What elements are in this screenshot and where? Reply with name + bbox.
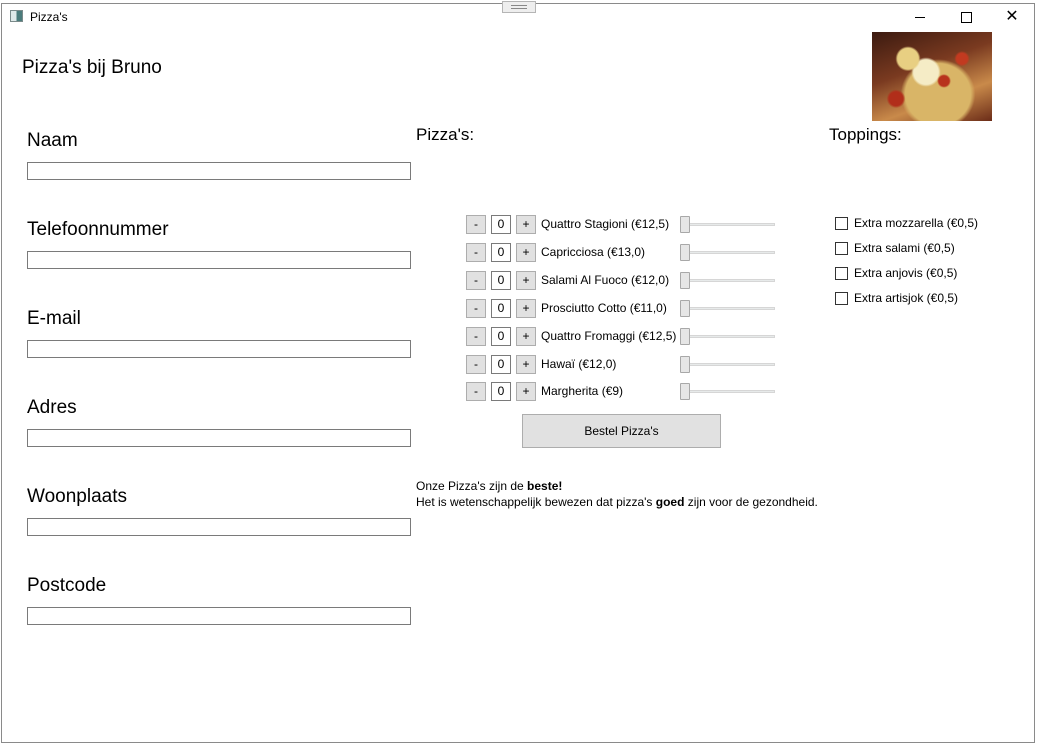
email-label: E-mail (27, 308, 81, 329)
pizza-row: - 0 + Prosciutto Cotto (€11,0) (466, 298, 786, 320)
name-field[interactable] (27, 162, 411, 180)
increase-button[interactable]: + (516, 271, 536, 290)
quantity-slider-track[interactable] (681, 390, 775, 393)
postcode-field[interactable] (27, 607, 411, 625)
info-text-bold: beste! (527, 479, 563, 493)
increase-button[interactable]: + (516, 355, 536, 374)
increase-button[interactable]: + (516, 215, 536, 234)
quantity-field[interactable]: 0 (491, 215, 511, 234)
quantity-field[interactable]: 0 (491, 327, 511, 346)
minimize-button[interactable] (897, 4, 943, 30)
decrease-button[interactable]: - (466, 271, 486, 290)
info-text-prefix: Het is wetenschappelijk bewezen dat pizz… (416, 495, 656, 509)
info-text-prefix: Onze Pizza's zijn de (416, 479, 528, 493)
quantity-slider-thumb[interactable] (680, 272, 690, 289)
window-title: Pizza's (30, 10, 68, 24)
pizza-name: Hawaï (€12,0) (541, 357, 617, 371)
quantity-field[interactable]: 0 (491, 299, 511, 318)
postcode-label: Postcode (27, 575, 107, 596)
app-icon (10, 10, 23, 22)
decrease-button[interactable]: - (466, 299, 486, 318)
close-icon: ✕ (1005, 8, 1019, 25)
decrease-button[interactable]: - (466, 355, 486, 374)
quantity-field[interactable]: 0 (491, 243, 511, 262)
close-button[interactable]: ✕ (989, 4, 1035, 30)
quantity-slider-track[interactable] (681, 279, 775, 282)
decrease-button[interactable]: - (466, 243, 486, 262)
phone-label: Telefoonnummer (27, 219, 169, 240)
pizza-row: - 0 + Margherita (€9) (466, 381, 786, 403)
pizza-name: Capricciosa (€13,0) (541, 245, 646, 259)
pizza-name: Prosciutto Cotto (€11,0) (541, 301, 667, 315)
name-label: Naam (27, 130, 78, 151)
info-text-suffix: zijn voor de gezondheid. (684, 495, 818, 509)
address-field[interactable] (27, 429, 411, 447)
maximize-button[interactable] (943, 4, 989, 30)
toppings-heading: Toppings: (829, 125, 902, 144)
increase-button[interactable]: + (516, 327, 536, 346)
order-button[interactable]: Bestel Pizza's (522, 414, 721, 448)
quantity-slider-thumb[interactable] (680, 356, 690, 373)
quantity-slider-track[interactable] (681, 251, 775, 254)
resize-grip-icon[interactable] (502, 1, 536, 13)
pizzas-heading: Pizza's: (416, 125, 475, 144)
topping-label: Extra salami (€0,5) (854, 241, 955, 255)
phone-field[interactable] (27, 251, 411, 269)
topping-checkbox[interactable] (835, 267, 848, 280)
info-line-1: Onze Pizza's zijn de beste! (416, 479, 562, 493)
pizza-name: Quattro Fromaggi (€12,5) (541, 329, 677, 343)
quantity-field[interactable]: 0 (491, 382, 511, 401)
pizza-image (872, 32, 992, 121)
quantity-field[interactable]: 0 (491, 355, 511, 374)
decrease-button[interactable]: - (466, 382, 486, 401)
quantity-slider-thumb[interactable] (680, 300, 690, 317)
quantity-slider-thumb[interactable] (680, 383, 690, 400)
increase-button[interactable]: + (516, 382, 536, 401)
title-bar[interactable]: Pizza's ✕ (2, 1, 1035, 30)
pizza-name: Margherita (€9) (541, 384, 624, 398)
pizza-name: Salami Al Fuoco (€12,0) (541, 273, 670, 287)
pizza-row: - 0 + Quattro Stagioni (€12,5) (466, 214, 786, 236)
page-title: Pizza's bij Bruno (22, 57, 162, 78)
main-window: Pizza's ✕ Pizza's bij Bruno Naam Telefoo… (1, 1, 1035, 743)
topping-checkbox[interactable] (835, 292, 848, 305)
topping-checkbox[interactable] (835, 242, 848, 255)
topping-label: Extra anjovis (€0,5) (854, 266, 958, 280)
quantity-field[interactable]: 0 (491, 271, 511, 290)
quantity-slider-thumb[interactable] (680, 328, 690, 345)
quantity-slider-track[interactable] (681, 307, 775, 310)
pizza-row: - 0 + Hawaï (€12,0) (466, 354, 786, 376)
topping-checkbox[interactable] (835, 217, 848, 230)
pizza-row: - 0 + Salami Al Fuoco (€12,0) (466, 270, 786, 292)
pizza-row: - 0 + Capricciosa (€13,0) (466, 242, 786, 264)
email-field[interactable] (27, 340, 411, 358)
decrease-button[interactable]: - (466, 215, 486, 234)
quantity-slider-thumb[interactable] (680, 244, 690, 261)
maximize-icon (960, 11, 972, 23)
city-field[interactable] (27, 518, 411, 536)
increase-button[interactable]: + (516, 299, 536, 318)
topping-label: Extra mozzarella (€0,5) (854, 216, 979, 230)
topping-label: Extra artisjok (€0,5) (854, 291, 959, 305)
quantity-slider-track[interactable] (681, 335, 775, 338)
quantity-slider-thumb[interactable] (680, 216, 690, 233)
quantity-slider-track[interactable] (681, 363, 775, 366)
info-text-bold: goed (655, 495, 685, 509)
increase-button[interactable]: + (516, 243, 536, 262)
quantity-slider-track[interactable] (681, 223, 775, 226)
pizza-row: - 0 + Quattro Fromaggi (€12,5) (466, 326, 786, 348)
info-line-2: Het is wetenschappelijk bewezen dat pizz… (416, 495, 818, 509)
city-label: Woonplaats (27, 486, 127, 507)
address-label: Adres (27, 397, 77, 418)
pizza-name: Quattro Stagioni (€12,5) (541, 217, 670, 231)
decrease-button[interactable]: - (466, 327, 486, 346)
minimize-icon (915, 16, 925, 18)
